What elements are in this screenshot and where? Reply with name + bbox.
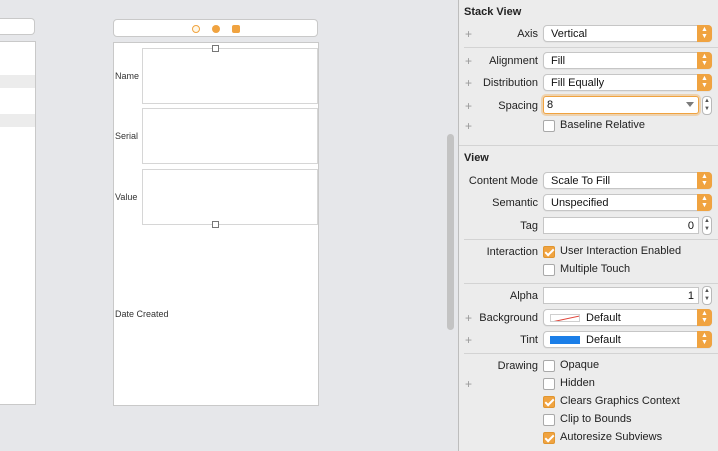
divider xyxy=(464,239,718,240)
date-created-label[interactable]: Date Created xyxy=(115,309,169,319)
hidden-label: Hidden xyxy=(560,377,595,389)
alignment-label: Alignment xyxy=(489,55,538,67)
spacing-label: Spacing xyxy=(498,100,538,112)
checkbox[interactable] xyxy=(543,264,555,276)
baseline-relative-label: Baseline Relative xyxy=(560,119,645,131)
scene-dock[interactable] xyxy=(113,19,318,37)
background-value: Default xyxy=(586,312,621,324)
tint-plus-icon[interactable]: + xyxy=(465,334,472,346)
user-interaction-label: User Interaction Enabled xyxy=(560,245,682,257)
distribution-label: Distribution xyxy=(482,77,538,89)
exit-icon[interactable] xyxy=(232,25,240,33)
spacing-plus-icon[interactable]: + xyxy=(465,100,472,112)
left-scene-header[interactable] xyxy=(0,18,35,35)
name-label[interactable]: Name xyxy=(115,71,139,81)
tag-value[interactable]: 0 xyxy=(688,220,694,232)
spacing-combo[interactable]: 8 xyxy=(543,96,699,114)
alignment-value: Fill xyxy=(551,55,566,67)
view-controller-scene[interactable]: Name Serial Value Date Created xyxy=(113,42,319,406)
tint-value: Default xyxy=(586,334,621,346)
popup-arrows-icon: ▲ ▼ xyxy=(697,74,712,91)
tag-label: Tag xyxy=(520,220,538,232)
distribution-popup[interactable]: Fill Equally ▲ ▼ xyxy=(543,74,712,91)
chevron-down-icon[interactable] xyxy=(686,102,694,107)
tag-stepper[interactable]: ▲ ▼ xyxy=(702,216,712,235)
popup-arrows-icon: ▲ ▼ xyxy=(697,25,712,42)
serial-label[interactable]: Serial xyxy=(115,131,138,141)
popup-arrows-icon: ▲ ▼ xyxy=(697,52,712,69)
autoresize-subviews-label: Autoresize Subviews xyxy=(560,431,663,443)
content-mode-popup[interactable]: Scale To Fill ▲ ▼ xyxy=(543,172,712,189)
value-field[interactable] xyxy=(142,169,318,225)
multiple-touch-label: Multiple Touch xyxy=(560,263,631,275)
baseline-plus-icon[interactable]: + xyxy=(465,120,472,132)
canvas-scrollbar[interactable] xyxy=(447,134,454,330)
opaque-label: Opaque xyxy=(560,359,600,371)
divider xyxy=(464,353,718,354)
drawing-label: Drawing xyxy=(497,360,538,372)
alpha-value[interactable]: 1 xyxy=(688,290,694,302)
tint-popup[interactable]: Default ▲ ▼ xyxy=(543,331,712,348)
no-color-swatch-icon xyxy=(550,314,580,322)
background-plus-icon[interactable]: + xyxy=(465,312,472,324)
semantic-label: Semantic xyxy=(492,197,538,209)
color-swatch-icon xyxy=(550,336,580,344)
value-label[interactable]: Value xyxy=(115,192,137,202)
tag-field[interactable]: 0 xyxy=(543,217,699,234)
checkbox-checked[interactable] xyxy=(543,432,555,444)
resize-handle-bottom[interactable] xyxy=(212,221,219,228)
background-popup[interactable]: Default ▲ ▼ xyxy=(543,309,712,326)
view-section-title: View xyxy=(464,152,489,164)
tint-label: Tint xyxy=(520,334,538,346)
axis-value: Vertical xyxy=(551,28,588,40)
spacing-stepper[interactable]: ▲ ▼ xyxy=(702,96,712,115)
hidden-plus-icon[interactable]: + xyxy=(465,378,472,390)
serial-field[interactable] xyxy=(142,108,318,164)
checkbox-checked[interactable] xyxy=(543,246,555,258)
axis-popup[interactable]: Vertical ▲ ▼ xyxy=(543,25,712,42)
left-scene-row xyxy=(0,75,35,88)
distribution-plus-icon[interactable]: + xyxy=(465,77,472,89)
semantic-value: Unspecified xyxy=(551,197,609,209)
interaction-label: Interaction xyxy=(486,246,538,258)
divider xyxy=(464,283,718,284)
popup-arrows-icon: ▲ ▼ xyxy=(697,172,712,189)
view-controller-icon[interactable] xyxy=(192,25,200,33)
alignment-plus-icon[interactable]: + xyxy=(465,55,472,67)
first-responder-icon[interactable] xyxy=(212,25,220,33)
checkbox-checked[interactable] xyxy=(543,396,555,408)
left-scene[interactable] xyxy=(0,41,36,405)
spacing-value[interactable]: 8 xyxy=(547,99,553,111)
checkbox[interactable] xyxy=(543,360,555,372)
axis-plus-icon[interactable]: + xyxy=(465,28,472,40)
popup-arrows-icon: ▲ ▼ xyxy=(697,309,712,326)
popup-arrows-icon: ▲ ▼ xyxy=(697,194,712,211)
content-mode-value: Scale To Fill xyxy=(551,175,611,187)
attributes-inspector: Stack View + Axis Vertical ▲ ▼ + Alignmen… xyxy=(458,0,718,451)
semantic-popup[interactable]: Unspecified ▲ ▼ xyxy=(543,194,712,211)
checkbox[interactable] xyxy=(543,414,555,426)
checkbox[interactable] xyxy=(543,378,555,390)
section-divider xyxy=(459,145,718,146)
alpha-stepper[interactable]: ▲ ▼ xyxy=(702,286,712,305)
axis-label: Axis xyxy=(517,28,538,40)
storyboard-canvas[interactable]: Name Serial Value Date Created xyxy=(0,0,444,451)
distribution-value: Fill Equally xyxy=(551,77,605,89)
popup-arrows-icon: ▲ ▼ xyxy=(697,331,712,348)
alpha-label: Alpha xyxy=(509,290,538,302)
name-field[interactable] xyxy=(142,48,318,104)
alpha-field[interactable]: 1 xyxy=(543,287,699,304)
content-mode-label: Content Mode xyxy=(468,175,538,187)
alignment-popup[interactable]: Fill ▲ ▼ xyxy=(543,52,712,69)
divider xyxy=(464,47,718,48)
checkbox[interactable] xyxy=(543,120,555,132)
left-scene-row xyxy=(0,114,35,127)
clears-graphics-context-label: Clears Graphics Context xyxy=(560,395,680,407)
resize-handle-top[interactable] xyxy=(212,45,219,52)
background-label: Background xyxy=(479,312,538,324)
clip-to-bounds-label: Clip to Bounds xyxy=(560,413,632,425)
stack-view-section-title: Stack View xyxy=(464,6,522,18)
